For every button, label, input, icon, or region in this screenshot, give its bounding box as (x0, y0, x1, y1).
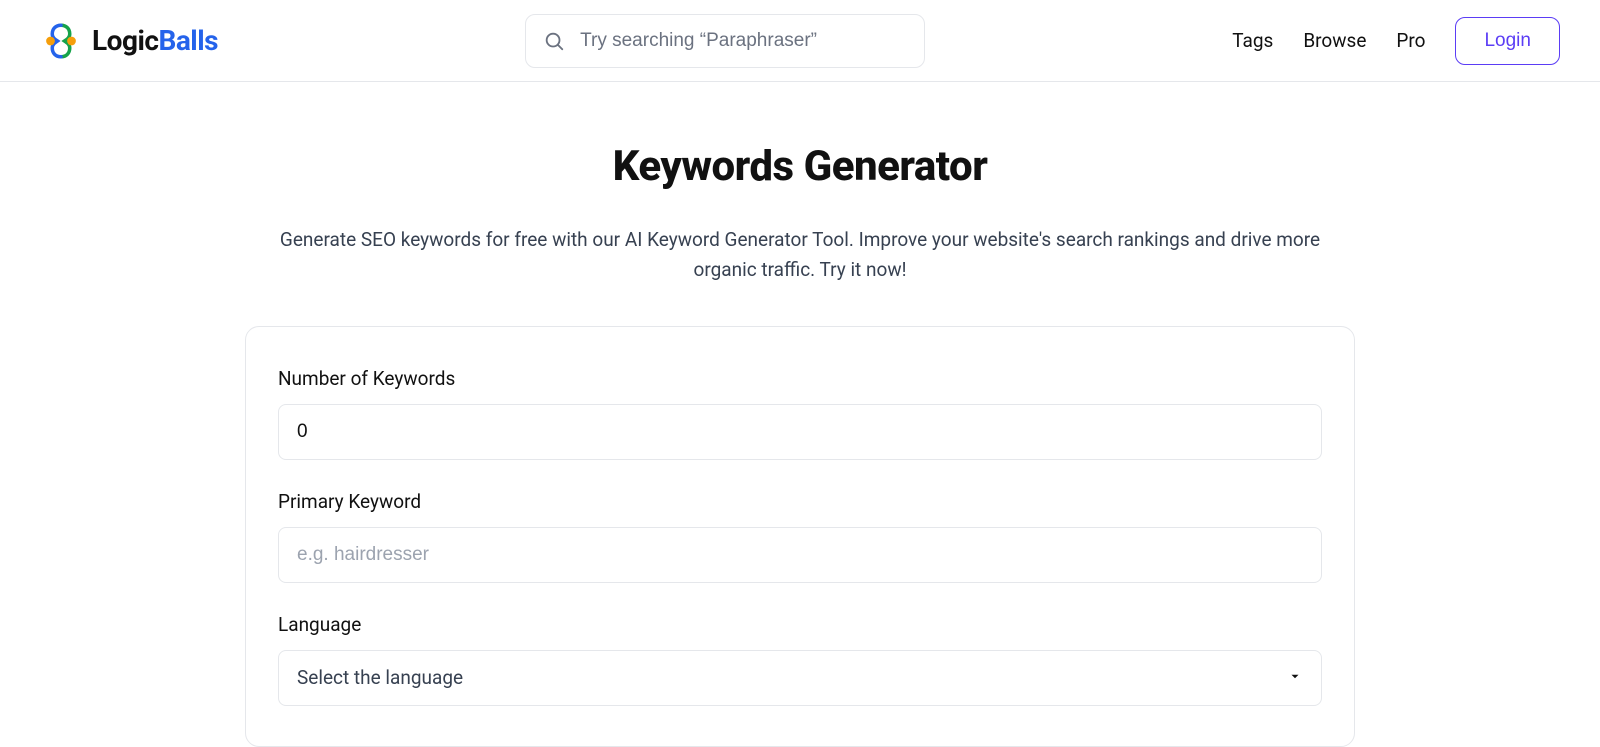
count-label: Number of Keywords (278, 367, 1322, 390)
logo[interactable]: LogicBalls (40, 20, 218, 62)
logo-text: LogicBalls (92, 24, 218, 57)
search-container (525, 14, 925, 68)
field-primary-keyword: Primary Keyword (278, 490, 1322, 583)
page-title: Keywords Generator (245, 142, 1355, 191)
language-select[interactable]: Select the language (278, 650, 1322, 706)
language-label: Language (278, 613, 1322, 636)
logo-icon (40, 20, 82, 62)
primary-keyword-input[interactable] (278, 527, 1322, 583)
nav-tags[interactable]: Tags (1232, 29, 1273, 52)
count-input[interactable] (278, 404, 1322, 460)
nav-browse[interactable]: Browse (1303, 29, 1366, 52)
main-content: Keywords Generator Generate SEO keywords… (245, 82, 1355, 747)
login-button[interactable]: Login (1455, 17, 1560, 65)
header-nav: Tags Browse Pro Login (1232, 17, 1560, 65)
logo-text-part1: Logic (92, 24, 158, 57)
field-language: Language Select the language (278, 613, 1322, 706)
form-card: Number of Keywords Primary Keyword Langu… (245, 326, 1355, 747)
page-subtitle: Generate SEO keywords for free with our … (270, 225, 1330, 286)
primary-keyword-label: Primary Keyword (278, 490, 1322, 513)
search-icon (543, 30, 565, 52)
language-select-wrap: Select the language (278, 650, 1322, 706)
logo-text-part2: Balls (158, 24, 218, 57)
app-header: LogicBalls Tags Browse Pro Login (0, 0, 1600, 82)
language-selected-value: Select the language (297, 666, 463, 689)
field-count: Number of Keywords (278, 367, 1322, 460)
search-input[interactable] (525, 14, 925, 68)
nav-pro[interactable]: Pro (1396, 29, 1425, 52)
